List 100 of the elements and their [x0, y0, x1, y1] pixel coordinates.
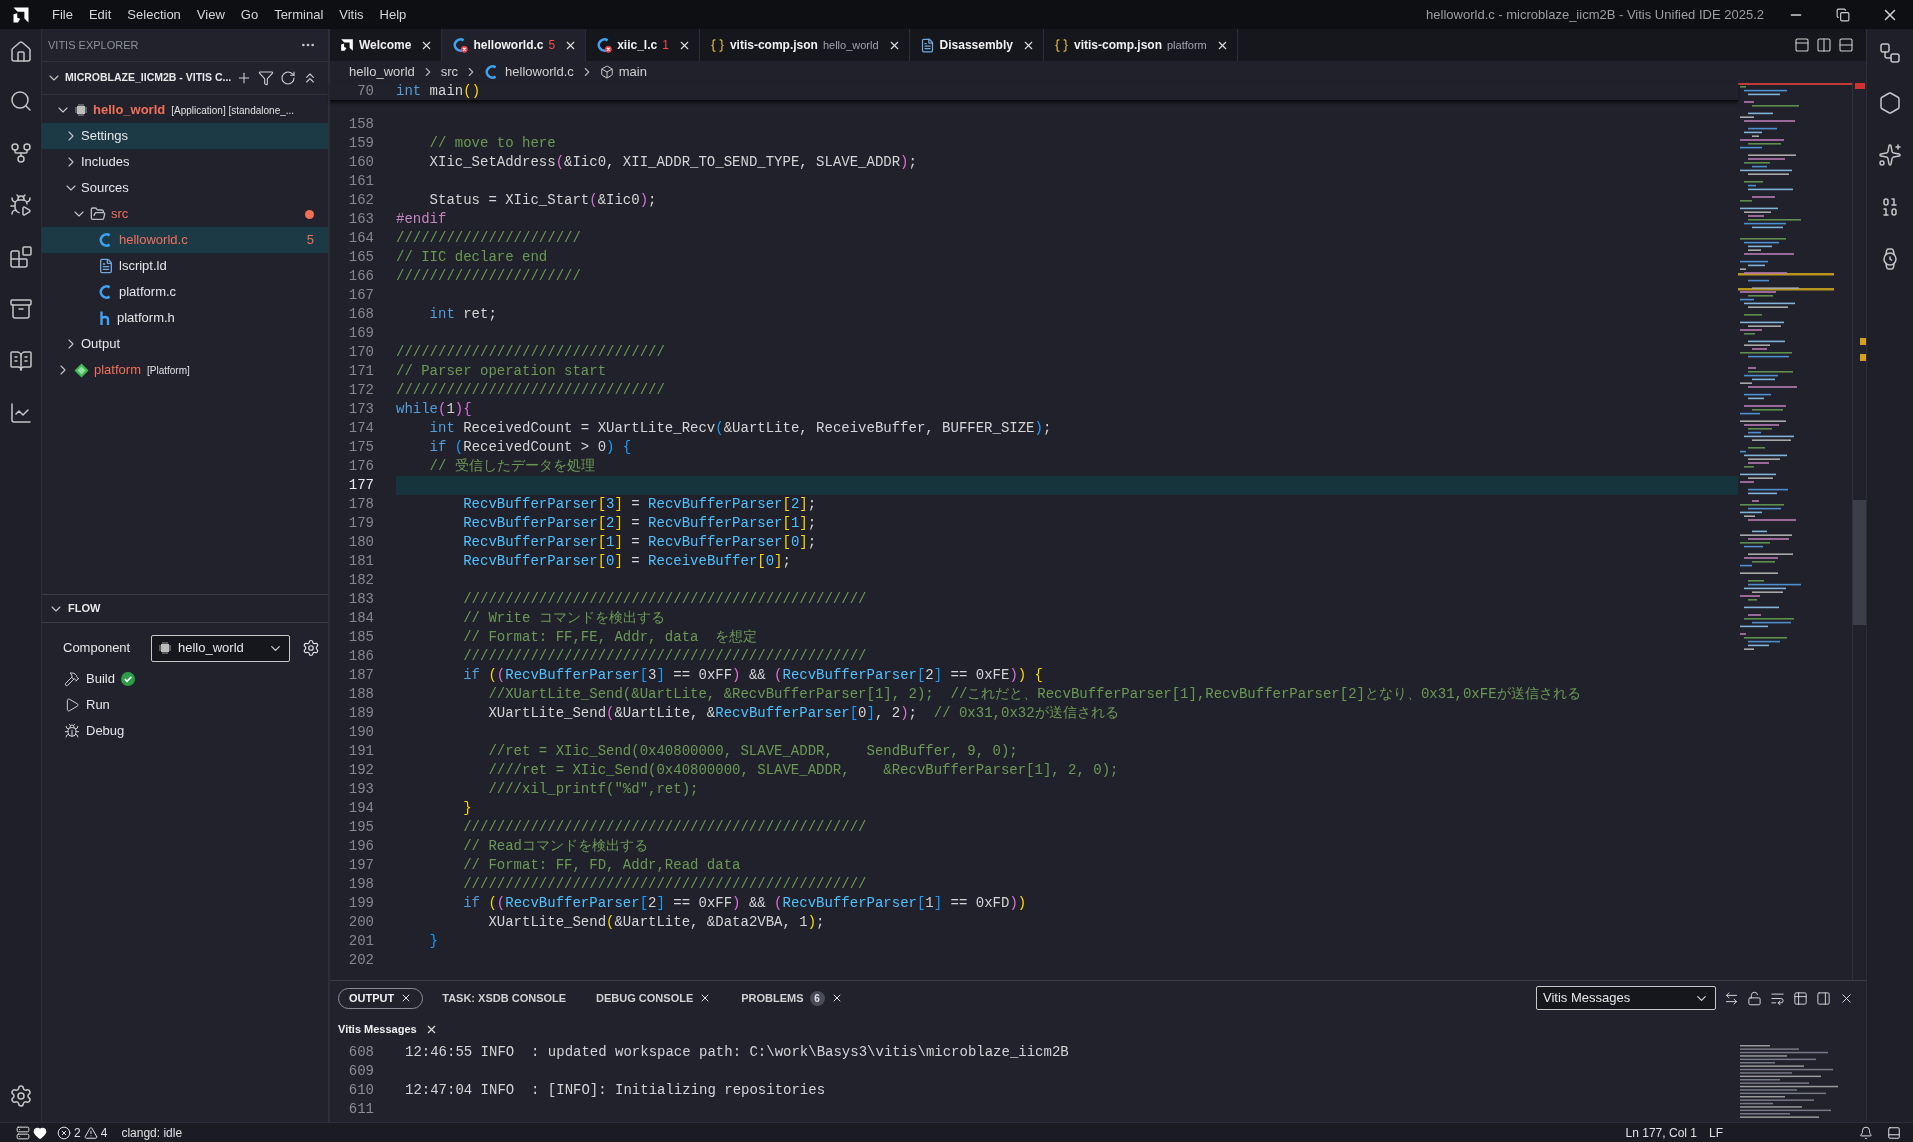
line-number: 192: [347, 761, 374, 780]
section-header[interactable]: FLOW: [42, 595, 328, 623]
flow-action[interactable]: Build: [42, 666, 328, 692]
line-number: 158: [347, 115, 374, 134]
breadcrumb-item[interactable]: main: [599, 61, 647, 82]
menu-item[interactable]: Help: [371, 4, 415, 25]
layout-icon[interactable]: [1794, 37, 1810, 53]
document-icon: [919, 37, 935, 53]
breadcrumb-item[interactable]: src: [440, 61, 459, 82]
blocks-icon[interactable]: [8, 245, 33, 269]
output-line: 12:47:04 INFO : [INFO]: Initializing repositories: [405, 1081, 826, 1100]
line-number: 610: [347, 1081, 374, 1100]
line-number: 163: [347, 210, 374, 229]
menu-item[interactable]: Go: [232, 4, 267, 25]
menu-item[interactable]: View: [188, 4, 233, 25]
bug-play-icon[interactable]: [8, 193, 33, 217]
menu-item[interactable]: Vitis: [331, 4, 372, 25]
output-line: 12:46:55 INFO : updated workspace path: C:\work\Basys3\vitis\microblaze_iicm2B: [405, 1043, 1069, 1062]
bell-icon[interactable]: [1859, 1125, 1873, 1140]
line-number: 183: [347, 590, 374, 609]
code-line: // Format: FF,FE, Addr, data を想定: [462, 628, 759, 647]
language-server-status[interactable]: clangd: idle: [121, 1123, 183, 1142]
home-icon[interactable]: [8, 40, 33, 64]
line-number: 171: [347, 362, 374, 381]
line-number: 182: [347, 571, 374, 590]
problems-status[interactable]: 2 4: [57, 1123, 108, 1142]
line-number: 202: [347, 951, 374, 970]
cursor-position[interactable]: Ln 177, Col 1: [1625, 1123, 1697, 1142]
scrollbar[interactable]: [1852, 82, 1866, 980]
filter-icon[interactable]: [258, 70, 274, 86]
source-control-icon[interactable]: [8, 141, 33, 165]
menu-item[interactable]: Terminal: [266, 4, 332, 25]
panel-tab[interactable]: PROBLEMS 6: [730, 987, 854, 1009]
line-number: 179: [347, 514, 374, 533]
code-line: //XUartLite_Send(&UartLite, &RecvBufferParser[1], 2); //これだと、RecvBufferParser[1],RecvBufferParser[2]となり、0x31,0xFEが送信される: [487, 685, 1582, 704]
editor-tab[interactable]: helloworld.c 5: [442, 29, 587, 61]
code-line: if ((RecvBufferParser[3] == 0xFF) && (RecvBufferParser[2] == 0xFE)) {: [462, 666, 1044, 685]
tree-item[interactable]: platform.h: [42, 305, 328, 331]
sticky-scroll-line[interactable]: int main(): [396, 82, 1738, 100]
settings-icon[interactable]: [8, 1084, 33, 1108]
columns-icon[interactable]: [1816, 37, 1832, 53]
rows-icon[interactable]: [1838, 37, 1854, 53]
code-line: ////////////////////////////////: [396, 381, 666, 400]
play-icon: [64, 697, 80, 713]
problem-count: 1: [662, 37, 669, 54]
server-icon[interactable]: [16, 1125, 30, 1140]
bug-icon: [64, 723, 80, 739]
panel-tab[interactable]: DEBUG CONSOLE: [585, 987, 723, 1009]
logo-icon: [340, 38, 354, 52]
tree-item[interactable]: Sources: [42, 175, 328, 201]
search-icon[interactable]: [8, 89, 33, 113]
code-line: // IIC declare end: [396, 248, 549, 267]
code-line: // Format: FF, FD, Addr,Read data: [462, 856, 742, 875]
settings-icon[interactable]: [302, 639, 320, 657]
tree-item[interactable]: hello_world [Application] [standalone_...: [42, 97, 328, 123]
tree-item[interactable]: helloworld.c 5: [42, 227, 328, 253]
tree-item[interactable]: lscript.ld: [42, 253, 328, 279]
breadcrumb-item[interactable]: hello_world: [349, 61, 415, 82]
panel-icon[interactable]: [1816, 990, 1831, 1006]
line-number: 173: [347, 400, 374, 419]
restore-icon[interactable]: [1835, 7, 1850, 22]
tree-item[interactable]: Output: [42, 331, 328, 357]
archive-icon[interactable]: [8, 297, 33, 321]
workspace-header[interactable]: MICROBLAZE_IICM2B - VITIS C...: [46, 70, 230, 86]
flow-action[interactable]: Debug: [42, 718, 328, 744]
output-channel-dropdown[interactable]: Vitis Messages: [1536, 986, 1716, 1010]
add-icon[interactable]: [236, 70, 252, 86]
line-number: 181: [347, 552, 374, 571]
panel-tab[interactable]: TASK: XSDB CONSOLE: [431, 987, 578, 1009]
code-line: int ret;: [428, 305, 498, 324]
table-icon[interactable]: [1793, 990, 1808, 1006]
sparkles-icon[interactable]: [1878, 143, 1902, 167]
count-badge: 6: [809, 990, 825, 1006]
line-number: 185: [347, 628, 374, 647]
unlock-icon[interactable]: [1747, 990, 1762, 1006]
flow-action[interactable]: Run: [42, 692, 328, 718]
tree-item[interactable]: Includes: [42, 149, 328, 175]
c-file-error-icon: [596, 37, 613, 53]
book-icon[interactable]: [8, 349, 33, 373]
swap-icon[interactable]: [1724, 990, 1739, 1006]
line-number: 167: [347, 286, 374, 305]
breadcrumb-item[interactable]: helloworld.c: [484, 61, 574, 82]
line-number: 187: [347, 666, 374, 685]
workflow-icon[interactable]: [1878, 41, 1902, 65]
refresh-icon[interactable]: [280, 70, 296, 86]
menu-item[interactable]: Selection: [119, 4, 189, 25]
line-ending[interactable]: LF: [1709, 1123, 1723, 1142]
menu-item[interactable]: File: [44, 4, 81, 25]
wrap-icon[interactable]: [1770, 990, 1785, 1006]
tree-item[interactable]: Settings: [42, 123, 328, 149]
hexagon-icon[interactable]: [1878, 91, 1902, 115]
heart-icon[interactable]: [33, 1125, 47, 1140]
component-dropdown[interactable]: hello_world: [151, 634, 290, 662]
panel-icon[interactable]: [1887, 1125, 1901, 1140]
tree-item[interactable]: platform [Platform]: [42, 357, 328, 383]
tree-item[interactable]: platform.c: [42, 279, 328, 305]
tab-description: platform: [1166, 37, 1207, 53]
line-chart-icon[interactable]: [8, 401, 33, 425]
menu-item[interactable]: Edit: [80, 4, 120, 25]
tree-item[interactable]: src: [42, 201, 328, 227]
